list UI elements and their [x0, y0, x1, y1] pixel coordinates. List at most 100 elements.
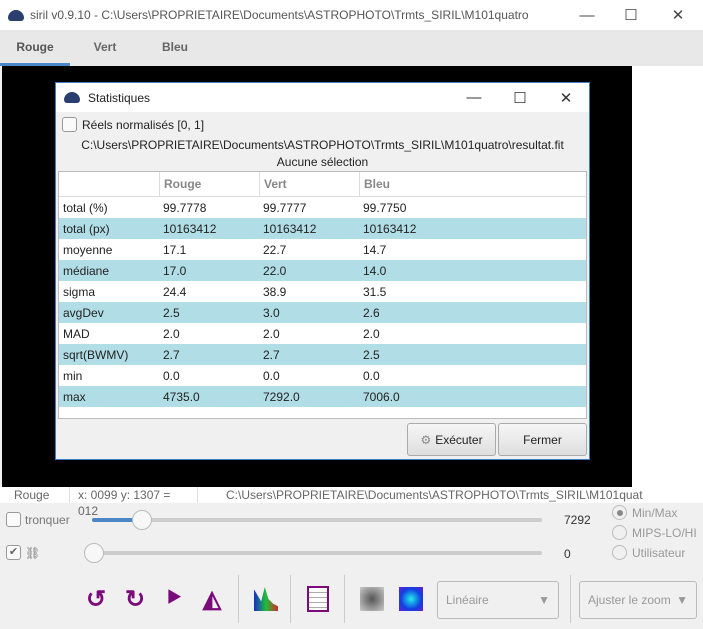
max-slider-handle[interactable]	[131, 510, 152, 530]
table-row: sqrt(BWMV) 2.7 2.7 2.5	[59, 344, 586, 365]
table-row: médiane 17.0 22.0 14.0	[59, 260, 586, 281]
table-cell: 2.0	[363, 326, 380, 341]
max-slider[interactable]	[92, 518, 542, 522]
execute-button[interactable]: ⚙ Exécuter	[407, 423, 496, 456]
table-cell: médiane	[63, 263, 110, 278]
dialog-titlebar: Statistiques — ☐ ✕	[56, 83, 589, 112]
column-header	[59, 172, 159, 197]
column-header: Bleu	[359, 171, 459, 197]
chevron-down-icon: ▼	[676, 593, 688, 607]
table-cell: 3.0	[263, 305, 280, 320]
table-cell: 99.7778	[163, 200, 207, 215]
separator	[290, 575, 291, 623]
table-cell: total (px)	[63, 221, 110, 236]
separator	[570, 575, 571, 623]
table-cell: 0.0	[263, 368, 280, 383]
normalized-option[interactable]: Réels normalisés [0, 1]	[62, 117, 204, 132]
normalized-checkbox[interactable]	[62, 117, 77, 132]
separator	[238, 575, 239, 623]
zoom-dropdown[interactable]: Ajuster le zoom ▼	[579, 581, 697, 619]
clip-checkbox[interactable]	[6, 512, 21, 527]
table-cell: 2.7	[263, 347, 280, 362]
mirror-x-icon[interactable]: ⯈	[160, 583, 188, 615]
tab-bleu[interactable]: Bleu	[140, 30, 210, 66]
column-header: Vert	[259, 171, 359, 197]
rotate-right-icon[interactable]: ↻	[121, 583, 149, 615]
close-dialog-button[interactable]: Fermer	[498, 423, 587, 456]
table-cell: 4735.0	[163, 389, 200, 404]
table-cell: 10163412	[263, 221, 317, 236]
execute-label: Exécuter	[435, 432, 483, 447]
rotate-left-icon[interactable]: ↺	[82, 583, 110, 615]
table-cell: 14.0	[363, 263, 387, 278]
table-cell: 24.4	[163, 284, 187, 299]
maximize-button[interactable]: ☐	[608, 0, 654, 30]
status-bar: Rouge x: 0099 y: 1307 = 012 C:\Users\PRO…	[0, 487, 703, 518]
table-cell: 0.0	[163, 368, 180, 383]
dialog-minimize-button[interactable]: —	[451, 83, 497, 112]
table-row: total (%) 99.7778 99.7777 99.7750	[59, 197, 586, 218]
table-cell: avgDev	[63, 305, 104, 320]
table-cell: 22.7	[263, 242, 287, 257]
table-cell: 22.0	[263, 263, 287, 278]
radio-user-label: Utilisateur	[632, 545, 686, 560]
table-cell: 17.0	[163, 263, 187, 278]
mirror-y-icon[interactable]: ◭	[198, 583, 226, 615]
table-cell: sigma	[63, 284, 96, 299]
table-cell: 17.1	[163, 242, 187, 257]
window-title: siril v0.9.10 - C:\Users\PROPRIETAIRE\Do…	[30, 8, 529, 22]
table-cell: 2.5	[163, 305, 180, 320]
statistics-icon[interactable]	[304, 583, 332, 615]
status-path: C:\Users\PROPRIETAIRE\Documents\ASTROPHO…	[226, 488, 643, 502]
table-cell: min	[63, 368, 83, 383]
tab-vert[interactable]: Vert	[70, 30, 140, 66]
status-coords: x: 0099 y: 1307 = 012	[70, 487, 198, 518]
status-channel: Rouge	[0, 487, 70, 503]
scale-dropdown[interactable]: Linéaire ▼	[437, 581, 559, 619]
radio-mips-label: MIPS-LO/HI	[632, 525, 697, 540]
table-row: avgDev 2.5 3.0 2.6	[59, 302, 586, 323]
clip-option[interactable]: tronquer	[6, 512, 70, 527]
close-button[interactable]: ✕	[655, 0, 701, 30]
table-cell: 2.0	[263, 326, 280, 341]
selection-status: Aucune sélection	[276, 155, 369, 169]
min-slider[interactable]	[92, 551, 542, 555]
app-icon	[64, 92, 80, 103]
dialog-maximize-button[interactable]: ☐	[497, 83, 543, 112]
table-cell: 38.9	[263, 284, 287, 299]
table-cell: max	[63, 389, 86, 404]
false-color-icon[interactable]	[397, 583, 425, 615]
table-row: max 4735.0 7292.0 7006.0	[59, 386, 586, 407]
tab-rouge[interactable]: Rouge	[0, 30, 70, 66]
zoom-value: Ajuster le zoom	[588, 593, 671, 607]
histogram-icon[interactable]	[252, 583, 280, 615]
minimize-button[interactable]: —	[564, 0, 610, 30]
table-cell: 7292.0	[263, 389, 300, 404]
radio-minmax[interactable]: Min/Max	[612, 505, 677, 520]
radio-user[interactable]: Utilisateur	[612, 545, 685, 560]
right-panel	[632, 66, 703, 487]
radio-minmax-label: Min/Max	[632, 505, 678, 520]
link-icon: ⛓	[25, 545, 41, 560]
table-cell: sqrt(BWMV)	[63, 347, 129, 362]
link-checkbox[interactable]: ✔	[6, 545, 21, 560]
negative-view-icon[interactable]	[358, 583, 386, 615]
file-path: C:\Users\PROPRIETAIRE\Documents\ASTROPHO…	[81, 138, 564, 152]
max-value: 7292	[564, 513, 591, 527]
scale-value: Linéaire	[446, 593, 489, 607]
radio-mips[interactable]: MIPS-LO/HI	[612, 525, 697, 540]
table-cell: MAD	[63, 326, 90, 341]
app-icon	[8, 9, 24, 21]
table-cell: 0.0	[363, 368, 380, 383]
table-cell: 7006.0	[363, 389, 400, 404]
table-row: moyenne 17.1 22.7 14.7	[59, 239, 586, 260]
table-row: min 0.0 0.0 0.0	[59, 365, 586, 386]
link-option[interactable]: ✔ ⛓	[6, 545, 40, 560]
min-value: 0	[564, 547, 571, 561]
table-cell: 99.7777	[263, 200, 307, 215]
min-slider-handle[interactable]	[84, 543, 104, 563]
dialog-close-button[interactable]: ✕	[543, 83, 589, 112]
gears-icon: ⚙	[420, 432, 432, 447]
table-header: Rouge Vert Bleu	[59, 171, 586, 197]
stats-table: Rouge Vert Bleu total (%) 99.7778 99.7777 99.7…	[58, 171, 587, 419]
